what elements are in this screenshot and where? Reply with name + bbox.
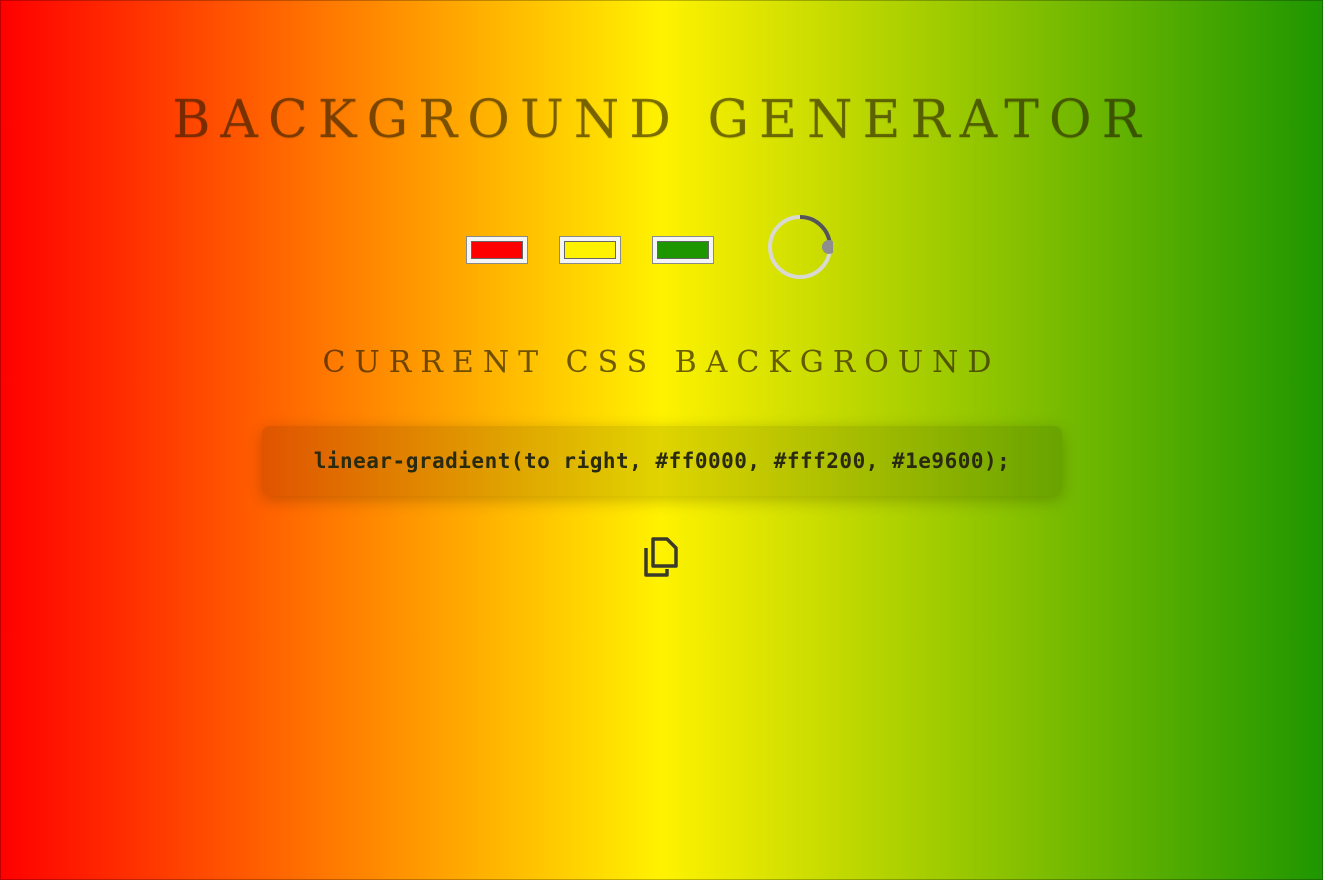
color-picker-3[interactable] (652, 236, 714, 264)
color-swatch-3 (657, 241, 709, 259)
copy-icon-back-sheet (651, 537, 678, 568)
color-swatch-2 (564, 241, 616, 259)
copy-icon-front-sheet (644, 548, 669, 577)
color-picker-1[interactable] (466, 236, 528, 264)
angle-dial[interactable] (767, 214, 833, 280)
angle-dial-handle[interactable] (822, 240, 833, 254)
css-output-text: linear-gradient(to right, #ff0000, #fff2… (313, 449, 1011, 473)
copy-icon[interactable] (643, 536, 681, 578)
color-picker-2[interactable] (559, 236, 621, 264)
gradient-controls (0, 214, 1323, 280)
section-subtitle: CURRENT CSS BACKGROUND (322, 345, 1001, 380)
color-swatch-1 (471, 241, 523, 259)
css-output-box: linear-gradient(to right, #ff0000, #fff2… (262, 426, 1062, 496)
page-title: BACKGROUND GENERATOR (172, 90, 1151, 150)
